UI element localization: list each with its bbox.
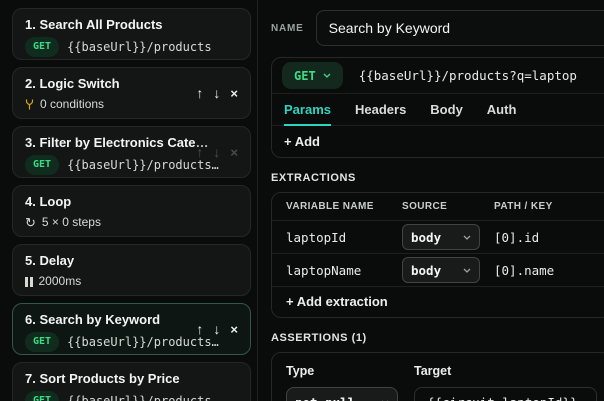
add-extraction-button[interactable]: + Add extraction (272, 287, 604, 317)
assertion-type-label: Type (286, 364, 315, 378)
delete-step-button[interactable]: × (230, 87, 238, 100)
steps-sidebar: 1. Search All Products GET {{baseUrl}}/p… (0, 0, 258, 401)
assertion-target-label: Target (414, 364, 452, 378)
variable-name-value[interactable]: laptopName (286, 263, 402, 278)
extractions-heading: EXTRACTIONS (271, 172, 356, 184)
step-url: {{baseUrl}}/products… (67, 393, 219, 401)
step-title: 4. Loop (25, 194, 72, 209)
col-path-key: PATH / KEY (494, 201, 553, 212)
extraction-row: laptopId body [0].id (272, 221, 604, 254)
method-badge: GET (25, 37, 60, 57)
method-badge: GET (25, 155, 60, 175)
extraction-row: laptopName body [0].name (272, 254, 604, 287)
name-input[interactable] (315, 10, 604, 46)
loop-icon: ↻ (25, 215, 36, 230)
method-badge: GET (25, 391, 60, 401)
col-variable-name: VARIABLE NAME (286, 201, 374, 212)
step-title: 7. Sort Products by Price (25, 371, 180, 386)
move-up-button[interactable]: ↑ (196, 145, 203, 159)
step-title: 1. Search All Products (25, 17, 163, 32)
add-param-button[interactable]: + Add (272, 126, 604, 157)
tab-params[interactable]: Params (284, 94, 331, 126)
assertions-heading: ASSERTIONS (1) (271, 332, 367, 344)
chevron-down-icon (463, 235, 471, 240)
chevron-down-icon (463, 268, 471, 273)
delete-step-button[interactable]: × (230, 323, 238, 336)
path-key-value[interactable]: [0].name (494, 263, 597, 278)
request-editor: GET {{baseUrl}}/products?q=laptop Params… (271, 57, 604, 158)
source-dropdown[interactable]: body (402, 224, 480, 250)
step-card-7[interactable]: 7. Sort Products by Price GET {{baseUrl}… (12, 362, 251, 401)
request-tabs: Params Headers Body Auth (272, 94, 604, 126)
tab-body[interactable]: Body (430, 94, 463, 125)
step-card-2[interactable]: 2. Logic Switch 0 conditions ↑ ↓ × (12, 67, 251, 119)
path-key-value[interactable]: [0].id (494, 230, 597, 245)
delete-step-button[interactable]: × (230, 146, 238, 159)
step-card-6-selected[interactable]: 6. Search by Keyword GET {{baseUrl}}/pro… (12, 303, 251, 355)
col-source: SOURCE (402, 201, 448, 212)
step-card-5[interactable]: 5. Delay 2000ms (12, 244, 251, 296)
step-controls: ↑ ↓ × (196, 145, 238, 159)
request-url[interactable]: {{baseUrl}}/products?q=laptop (359, 68, 577, 83)
move-down-button[interactable]: ↓ (213, 145, 220, 159)
step-meta: 0 conditions (40, 97, 105, 111)
step-title: 5. Delay (25, 253, 75, 268)
tab-auth[interactable]: Auth (487, 94, 517, 125)
step-card-1[interactable]: 1. Search All Products GET {{baseUrl}}/p… (12, 8, 251, 60)
extractions-header-row: VARIABLE NAME SOURCE PATH / KEY (272, 193, 604, 221)
name-label: NAME (271, 22, 304, 34)
move-up-button[interactable]: ↑ (196, 322, 203, 336)
method-dropdown[interactable]: GET (282, 62, 343, 89)
move-up-button[interactable]: ↑ (196, 86, 203, 100)
step-meta: 2000ms (38, 274, 82, 288)
step-meta: 5 × 0 steps (41, 215, 101, 229)
extractions-table: VARIABLE NAME SOURCE PATH / KEY laptopId… (271, 192, 604, 318)
step-card-4[interactable]: 4. Loop ↻ 5 × 0 steps (12, 185, 251, 237)
chevron-down-icon (323, 73, 331, 78)
assertion-target-input[interactable] (414, 387, 597, 401)
variable-name-value[interactable]: laptopId (286, 230, 402, 245)
tab-headers[interactable]: Headers (355, 94, 406, 125)
branch-icon (25, 99, 34, 110)
assertion-type-dropdown[interactable]: not-null (286, 387, 398, 401)
step-controls: ↑ ↓ × (196, 322, 238, 336)
move-down-button[interactable]: ↓ (213, 86, 220, 100)
step-url: {{baseUrl}}/products (67, 39, 212, 54)
assertions-editor: Type Target not-null (271, 352, 604, 401)
step-card-3[interactable]: 3. Filter by Electronics Cate… GET {{bas… (12, 126, 251, 178)
method-badge: GET (25, 332, 60, 352)
step-controls: ↑ ↓ × (196, 86, 238, 100)
step-detail-panel: NAME GET {{baseUrl}}/products?q=laptop P… (258, 0, 604, 401)
source-dropdown[interactable]: body (402, 257, 480, 283)
move-down-button[interactable]: ↓ (213, 322, 220, 336)
pause-icon (25, 276, 33, 287)
